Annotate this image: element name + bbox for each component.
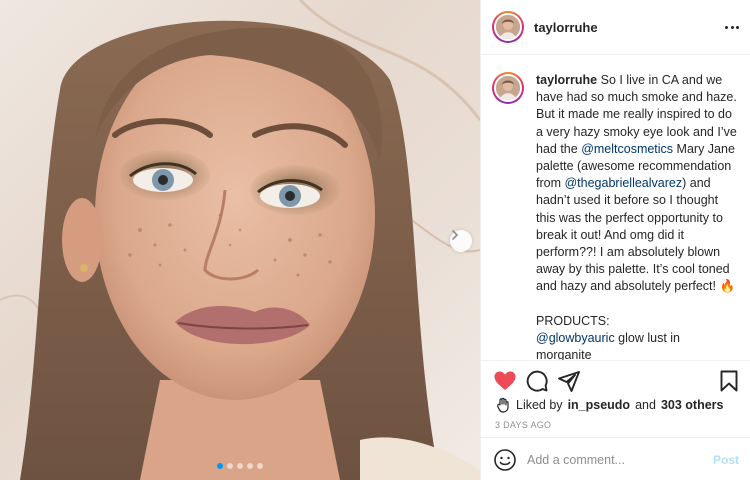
comment-input[interactable] <box>527 452 707 467</box>
carousel-dot <box>217 463 223 469</box>
post-actions: Liked by in_pseudo and 303 others 3 DAYS… <box>481 360 750 480</box>
liked-by-others[interactable]: 303 others <box>661 398 724 412</box>
next-image-button[interactable] <box>450 230 472 252</box>
mention-link[interactable]: @thegabriellealvarez <box>564 176 682 190</box>
carousel-dot <box>227 463 233 469</box>
liked-by-and: and <box>635 398 656 412</box>
caption-body: So I live in CA and we have had so much … <box>536 73 740 360</box>
share-icon[interactable] <box>557 369 581 398</box>
avatar[interactable] <box>492 72 524 104</box>
heart-icon[interactable] <box>493 369 517 398</box>
author-username[interactable]: taylorruhe <box>534 20 598 35</box>
mention-link[interactable]: @meltcosmetics <box>581 142 673 156</box>
post-image[interactable] <box>0 0 480 480</box>
carousel-dot <box>247 463 253 469</box>
caption-area: taylorruhe So I live in CA and we have h… <box>481 56 750 360</box>
liked-by-prefix: Liked by <box>516 398 563 412</box>
more-icon[interactable] <box>725 20 739 34</box>
caption-text-segment: ) and hadn’t used it before so I thought… <box>536 176 736 328</box>
liked-by-user[interactable]: in_pseudo <box>568 398 631 412</box>
comment-bar: Post <box>481 437 750 480</box>
carousel-dot <box>257 463 263 469</box>
caption-username[interactable]: taylorruhe <box>536 73 597 87</box>
post-caption: taylorruhe So I live in CA and we have h… <box>536 72 737 360</box>
carousel-indicator <box>0 463 480 469</box>
action-icons <box>493 369 741 393</box>
post-side-panel: taylorruhe taylorruhe So I live in CA an… <box>480 0 750 480</box>
post-timestamp[interactable]: 3 DAYS AGO <box>495 420 551 430</box>
next-arrow-icon <box>452 230 458 240</box>
carousel-dot <box>237 463 243 469</box>
like-hand-icon <box>497 397 509 413</box>
likes-summary: Liked by in_pseudo and 303 others <box>495 397 723 413</box>
comment-icon[interactable] <box>525 369 549 398</box>
mention-link[interactable]: @glowbyauric <box>536 331 615 345</box>
post-header: taylorruhe <box>481 0 750 55</box>
emoji-icon[interactable] <box>493 448 517 472</box>
post-comment-button[interactable]: Post <box>713 453 739 467</box>
avatar[interactable] <box>492 11 524 43</box>
portrait-illustration <box>0 0 480 480</box>
bookmark-icon[interactable] <box>717 369 741 398</box>
